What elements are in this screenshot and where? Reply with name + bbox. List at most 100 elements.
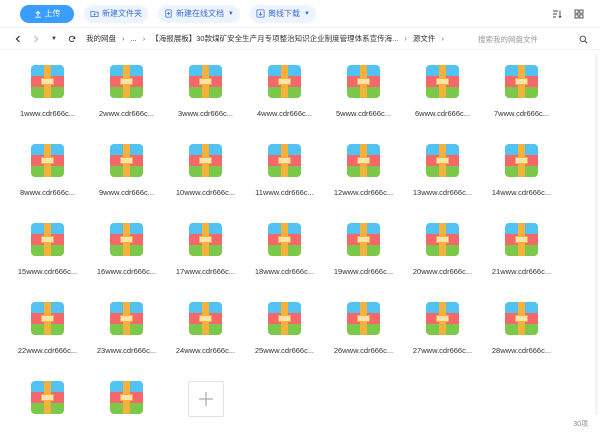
file-name: 6www.cdr666c...	[414, 109, 471, 118]
navigation-bar: ▼ 我的网盘 › ... › 【海报展板】30款煤矿安全生产月专项整治知识企业制…	[0, 28, 600, 50]
zip-archive-icon	[268, 223, 301, 256]
file-item[interactable]: 3www.cdr666c...	[166, 58, 245, 137]
scrollbar[interactable]	[595, 55, 598, 415]
file-item[interactable]	[8, 374, 87, 440]
upload-button[interactable]: 上传	[20, 4, 74, 23]
file-name: 1www.cdr666c...	[19, 109, 76, 118]
file-item[interactable]: 11www.cdr666c...	[245, 137, 324, 216]
zip-archive-icon	[31, 223, 64, 256]
file-name: 9www.cdr666c...	[98, 188, 155, 197]
file-item[interactable]: 20www.cdr666c...	[403, 216, 482, 295]
zip-archive-icon	[505, 144, 538, 177]
file-item[interactable]: 28www.cdr666c...	[482, 295, 561, 374]
zip-archive-icon	[110, 65, 143, 98]
search-box	[478, 32, 588, 46]
file-item[interactable]: 26www.cdr666c...	[324, 295, 403, 374]
grid-view-icon[interactable]	[574, 9, 584, 19]
breadcrumb-separator: ›	[441, 34, 444, 43]
file-name: 5www.cdr666c...	[335, 109, 392, 118]
file-item[interactable]: 12www.cdr666c...	[324, 137, 403, 216]
zip-archive-icon	[347, 223, 380, 256]
toolbar: 上传 新建文件夹 新建在线文档 ▼ 离线下载 ▼	[0, 0, 600, 28]
search-input[interactable]	[478, 34, 573, 44]
add-button[interactable]	[187, 381, 224, 417]
zip-archive-icon	[31, 65, 64, 98]
chevron-left-icon	[15, 35, 20, 42]
offline-download-button[interactable]: 离线下载 ▼	[249, 4, 316, 23]
search-icon[interactable]	[579, 35, 588, 44]
download-icon	[256, 9, 265, 18]
file-name: 7www.cdr666c...	[493, 109, 550, 118]
file-item[interactable]: 5www.cdr666c...	[324, 58, 403, 137]
zip-archive-icon	[110, 144, 143, 177]
zip-archive-icon	[189, 65, 222, 98]
chevron-down-icon: ▼	[303, 10, 310, 17]
breadcrumb-poster-folder[interactable]: 【海报展板】30款煤矿安全生产月专项整治知识企业制度管理体系宣传海...	[151, 33, 398, 44]
file-item[interactable]: 14www.cdr666c...	[482, 137, 561, 216]
file-item[interactable]: 13www.cdr666c...	[403, 137, 482, 216]
file-name: 13www.cdr666c...	[412, 188, 473, 197]
file-item[interactable]: 9www.cdr666c...	[87, 137, 166, 216]
zip-archive-icon	[189, 144, 222, 177]
file-item[interactable]: 1www.cdr666c...	[8, 58, 87, 137]
file-item[interactable]: 19www.cdr666c...	[324, 216, 403, 295]
zip-archive-icon	[426, 223, 459, 256]
breadcrumb-ellipsis[interactable]: ...	[131, 34, 137, 43]
file-item[interactable]: 4www.cdr666c...	[245, 58, 324, 137]
zip-archive-icon	[110, 223, 143, 256]
zip-archive-icon	[189, 223, 222, 256]
zip-archive-icon	[505, 65, 538, 98]
file-name: 11www.cdr666c...	[255, 188, 314, 197]
chevron-right-icon	[34, 35, 39, 42]
add-file-tile[interactable]	[166, 374, 245, 440]
file-item[interactable]: 2www.cdr666c...	[87, 58, 166, 137]
file-item[interactable]: 21www.cdr666c...	[482, 216, 561, 295]
refresh-icon	[68, 35, 76, 42]
zip-archive-icon	[31, 302, 64, 335]
file-item[interactable]: 22www.cdr666c...	[8, 295, 87, 374]
new-folder-label: 新建文件夹	[102, 9, 142, 18]
zip-archive-icon	[189, 302, 222, 335]
back-button[interactable]	[12, 33, 24, 45]
zip-archive-icon	[31, 144, 64, 177]
file-item[interactable]: 17www.cdr666c...	[166, 216, 245, 295]
file-item[interactable]: 24www.cdr666c...	[166, 295, 245, 374]
new-online-doc-button[interactable]: 新建在线文档 ▼	[158, 4, 240, 23]
file-name: 25www.cdr666c...	[254, 346, 315, 355]
file-item[interactable]: 18www.cdr666c...	[245, 216, 324, 295]
breadcrumb-source-files[interactable]: 源文件	[413, 33, 436, 44]
file-item[interactable]: 6www.cdr666c...	[403, 58, 482, 137]
item-count: 30项	[573, 421, 588, 428]
file-name: 19www.cdr666c...	[333, 267, 394, 276]
plus-icon	[198, 392, 213, 406]
sort-icon[interactable]	[552, 9, 562, 19]
file-item[interactable]: 7www.cdr666c...	[482, 58, 561, 137]
file-item[interactable]: 16www.cdr666c...	[87, 216, 166, 295]
file-name: 17www.cdr666c...	[175, 267, 236, 276]
refresh-button[interactable]	[66, 33, 78, 45]
breadcrumb-my-drive[interactable]: 我的网盘	[86, 33, 116, 44]
zip-archive-icon	[347, 144, 380, 177]
file-name: 22www.cdr666c...	[17, 346, 78, 355]
file-item[interactable]: 27www.cdr666c...	[403, 295, 482, 374]
breadcrumb: 我的网盘 › ... › 【海报展板】30款煤矿安全生产月专项整治知识企业制度管…	[86, 33, 444, 44]
file-name: 26www.cdr666c...	[333, 346, 394, 355]
file-name: 15www.cdr666c...	[17, 267, 78, 276]
upload-icon	[34, 10, 41, 18]
file-item[interactable]	[87, 374, 166, 440]
zip-archive-icon	[268, 65, 301, 98]
file-item[interactable]: 8www.cdr666c...	[8, 137, 87, 216]
file-name: 18www.cdr666c...	[254, 267, 315, 276]
new-folder-button[interactable]: 新建文件夹	[84, 4, 148, 23]
zip-archive-icon	[110, 381, 143, 414]
zip-archive-icon	[110, 302, 143, 335]
file-item[interactable]: 23www.cdr666c...	[87, 295, 166, 374]
file-name: 24www.cdr666c...	[175, 346, 236, 355]
forward-button[interactable]	[30, 33, 42, 45]
file-item[interactable]: 15www.cdr666c...	[8, 216, 87, 295]
file-item[interactable]: 25www.cdr666c...	[245, 295, 324, 374]
zip-archive-icon	[426, 65, 459, 98]
history-dropdown[interactable]: ▼	[48, 33, 60, 45]
file-item[interactable]: 10www.cdr666c...	[166, 137, 245, 216]
chevron-down-icon: ▼	[228, 10, 234, 17]
